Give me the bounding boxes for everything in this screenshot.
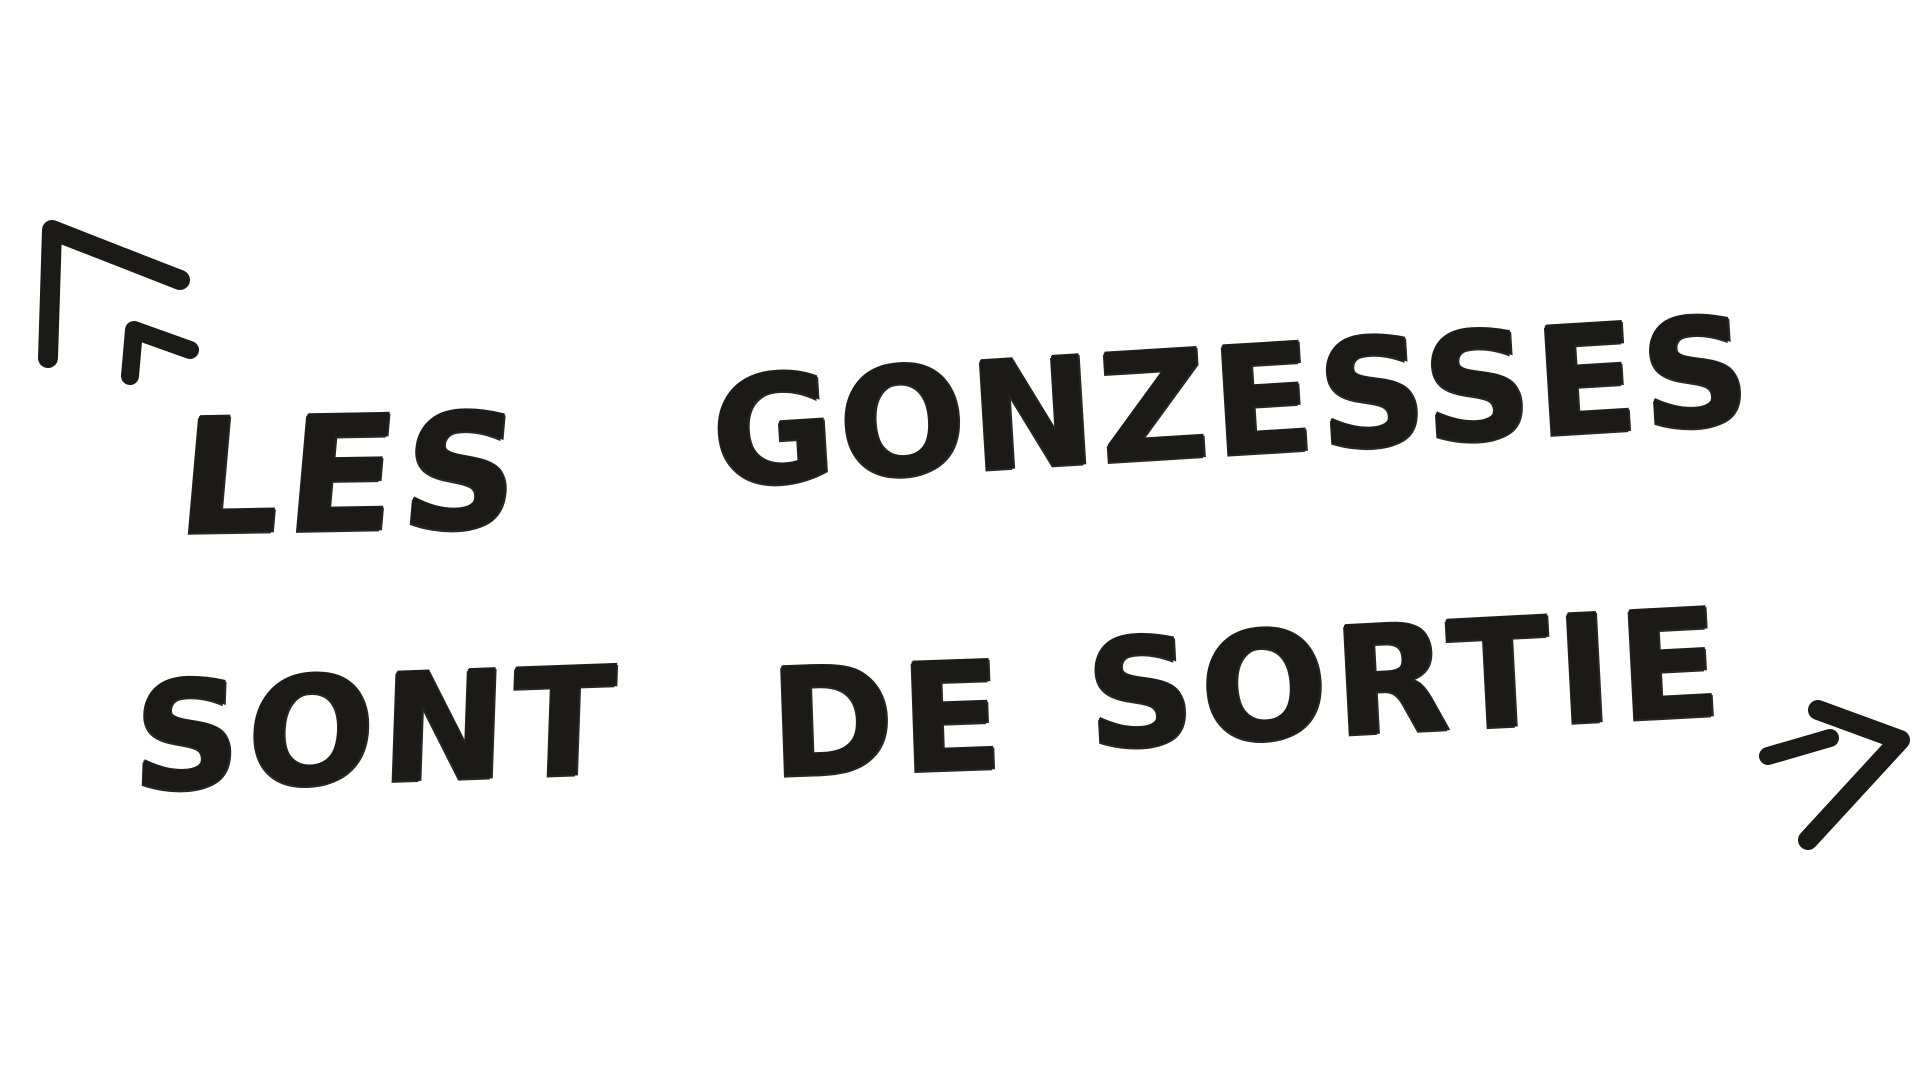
closing-quote-mark: [1759, 700, 1910, 850]
opening-quote-mark: [38, 220, 199, 385]
title-word-sortie: SORTIE: [1081, 576, 1731, 784]
title-word-de: DE: [766, 629, 1012, 812]
title-word-les: LES: [170, 378, 533, 571]
handwritten-title-canvas: LES GONZESSES SONT DE SORTIE: [0, 0, 1920, 1080]
title-word-gonzesses: GONZESSES: [706, 284, 1759, 522]
title-word-sont: SONT: [129, 635, 624, 826]
